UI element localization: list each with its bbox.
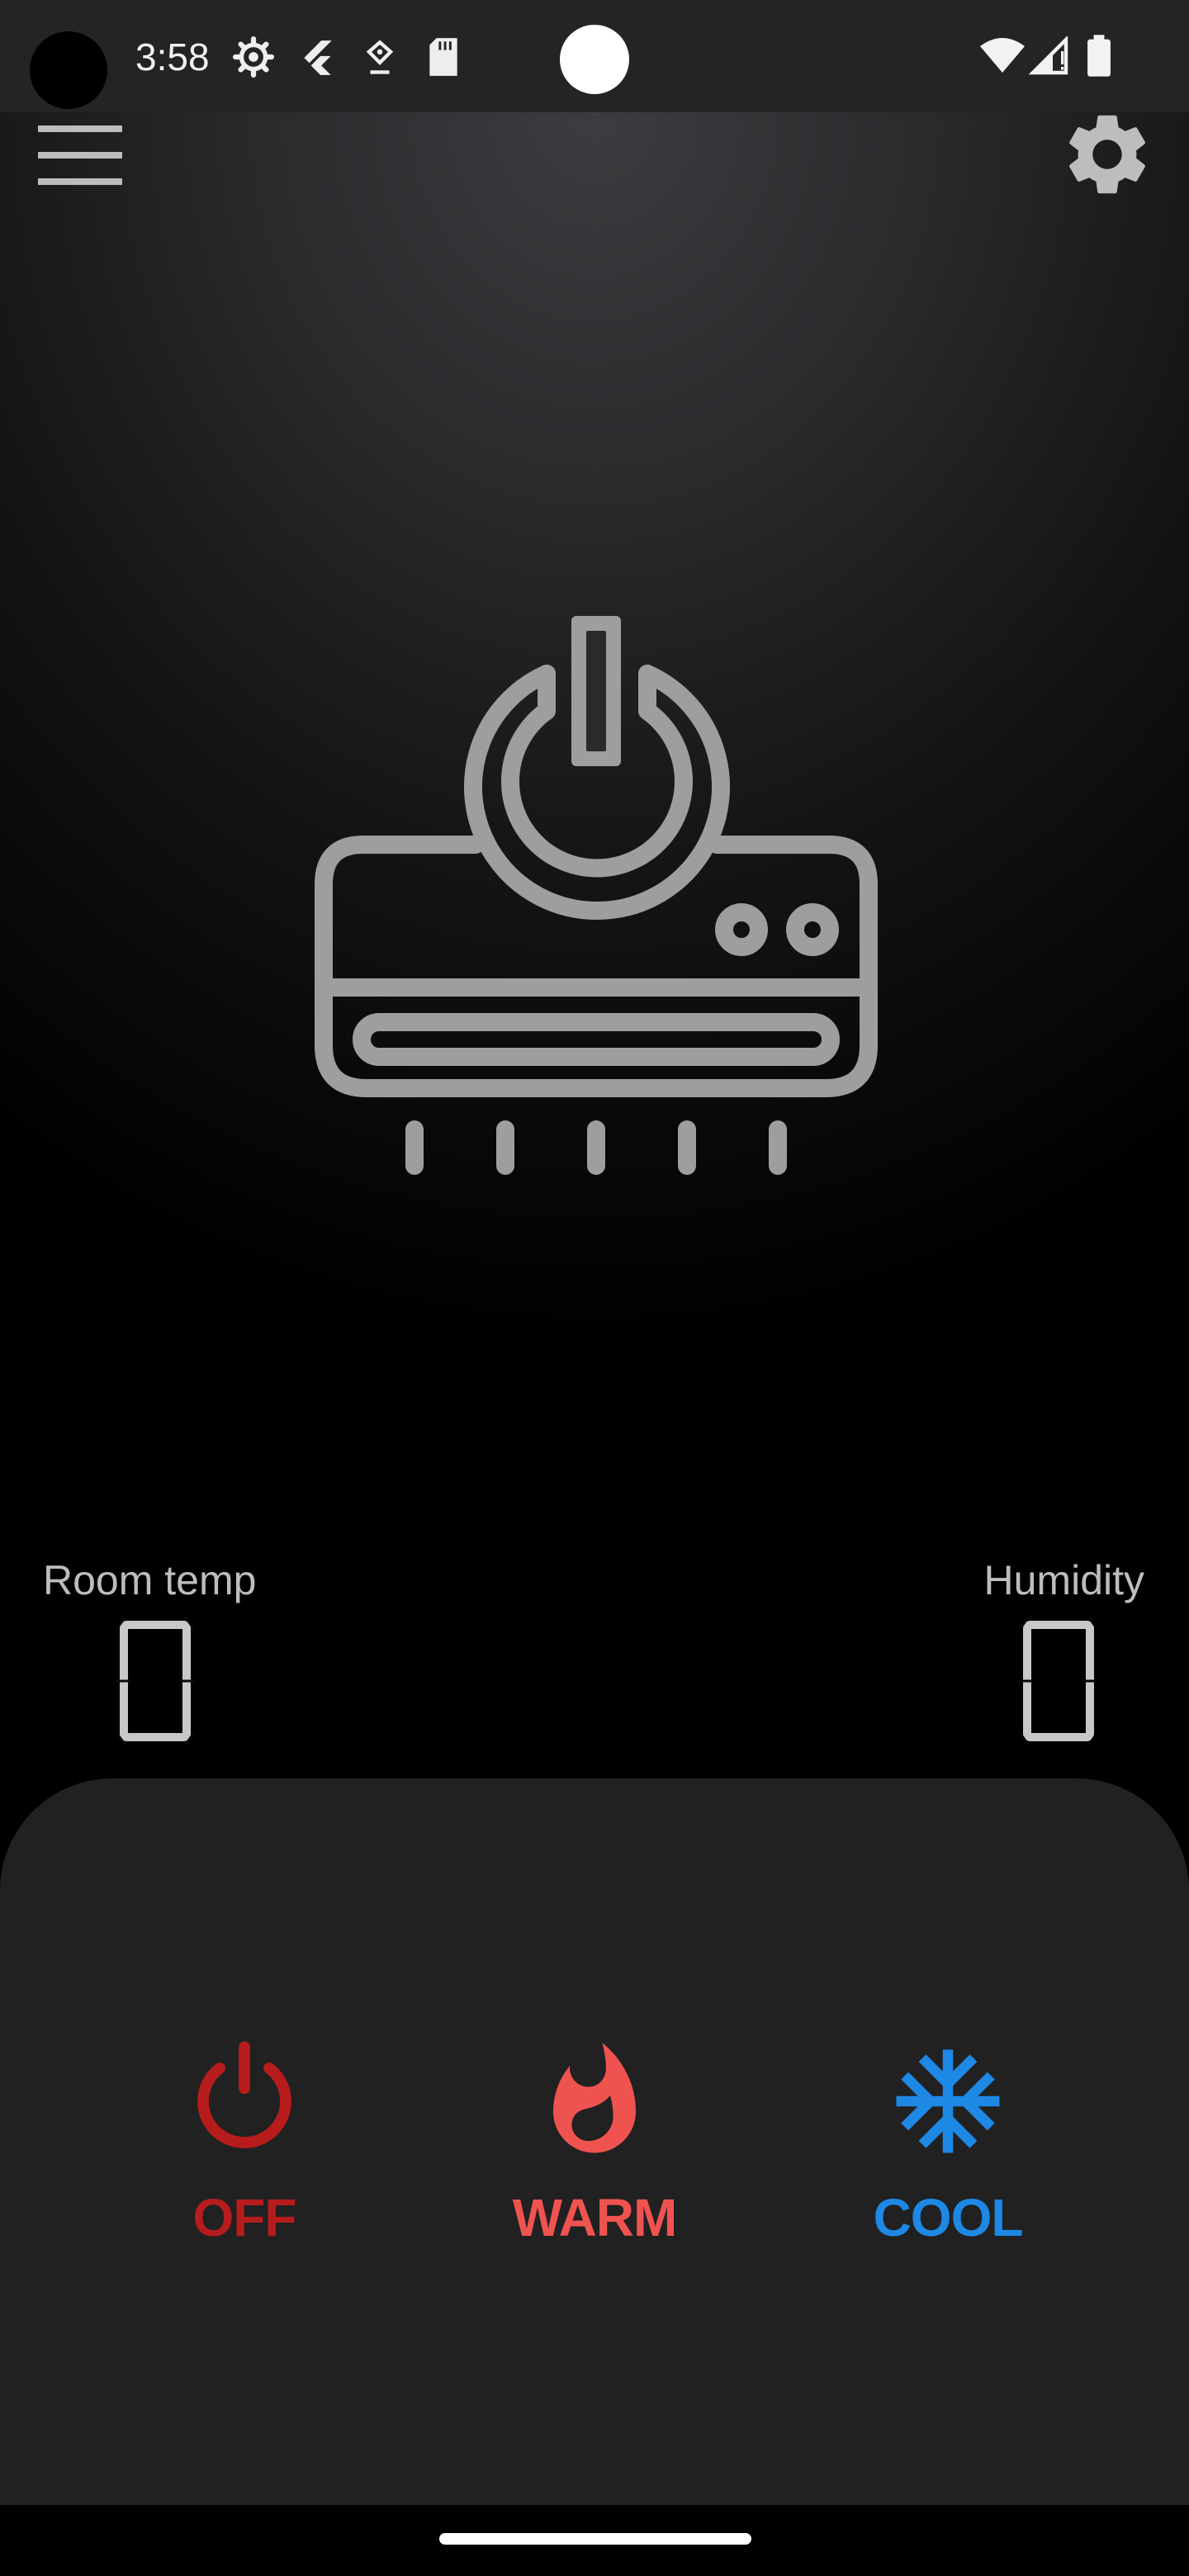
mode-off-button[interactable]: OFF [129, 2039, 360, 2287]
power-icon [197, 2041, 291, 2148]
wifi-icon [980, 38, 1025, 73]
location-pin-icon [366, 40, 394, 74]
mode-warm-label: WARM [512, 2188, 678, 2247]
home-gesture-handle[interactable] [439, 2533, 751, 2545]
mode-warm-button[interactable]: WARM [479, 2039, 710, 2287]
flutter-icon [304, 40, 332, 75]
humidity-label: Humidity [983, 1557, 1144, 1603]
snowflake-icon [896, 2049, 1000, 2153]
hamburger-menu-icon[interactable] [35, 122, 126, 188]
app-screen: 3:58 Room temp Humidity OFF WARM COOL [0, 0, 1189, 2576]
humidity-value [1019, 1617, 1098, 1745]
mode-cool-button[interactable]: COOL [832, 2039, 1063, 2287]
cell-signal-icon [1029, 36, 1068, 75]
camera-dot [560, 25, 629, 94]
status-time: 3:58 [135, 36, 210, 78]
gear-icon[interactable] [1059, 106, 1156, 203]
sd-card-icon [429, 38, 457, 76]
mode-cool-label: COOL [873, 2188, 1024, 2247]
room-temp-label: Room temp [43, 1557, 257, 1603]
room-temp-value [116, 1617, 195, 1745]
flame-icon [553, 2043, 636, 2153]
mode-off-label: OFF [192, 2188, 297, 2247]
air-conditioner-power-icon [315, 616, 878, 1175]
camera-cutout [30, 31, 107, 109]
settings-gear-icon [233, 36, 274, 78]
battery-icon [1087, 35, 1111, 77]
